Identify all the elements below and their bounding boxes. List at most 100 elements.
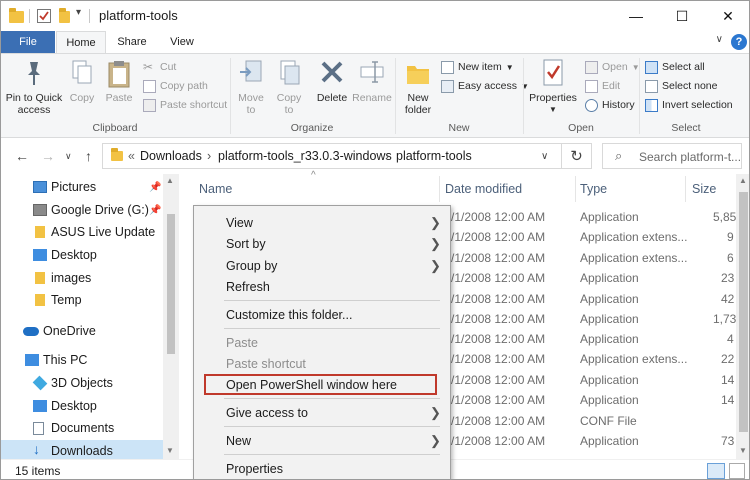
tab-home[interactable]: Home <box>56 31 106 54</box>
select-none-button[interactable]: Select none <box>645 77 717 95</box>
scroll-up-icon[interactable]: ▲ <box>166 176 174 185</box>
large-icons-view-icon[interactable] <box>729 463 745 479</box>
cell-type: Application <box>580 312 639 326</box>
forward-arrow-icon[interactable]: → <box>41 148 55 164</box>
paste-shortcut-button[interactable]: Paste shortcut <box>143 96 227 114</box>
breadcrumb-chevron-icon[interactable]: › <box>385 149 389 163</box>
easy-access-icon <box>441 79 454 93</box>
pin-icon[interactable]: 📌 <box>149 182 161 193</box>
nav-item-onedrive[interactable]: OneDrive <box>1 320 163 342</box>
minimize-button[interactable]: — <box>613 1 659 31</box>
separator <box>89 9 90 23</box>
menu-item-give-access[interactable]: Give access to ❯ <box>194 403 450 423</box>
address-bar[interactable]: « Downloads › platform-tools_r33.0.3-win… <box>102 143 562 169</box>
back-arrow-icon[interactable]: ← <box>15 148 29 164</box>
nav-scroll-thumb[interactable] <box>167 214 175 354</box>
copy-path-button[interactable]: Copy path <box>143 77 208 95</box>
nav-item-label: Desktop <box>51 399 97 413</box>
nav-scrollbar[interactable]: ▲ ▼ <box>163 174 179 459</box>
new-folder-label-1: New <box>407 92 429 104</box>
nav-item-this-pc[interactable]: This PC <box>1 349 163 371</box>
address-history-chevron-icon[interactable]: ∨ <box>541 151 548 162</box>
nav-item-google-drive[interactable]: Google Drive (G:) 📌 <box>1 199 163 221</box>
rename-button[interactable]: Rename <box>352 58 392 104</box>
menu-item-properties[interactable]: Properties <box>194 459 450 479</box>
breadcrumb-downloads[interactable]: Downloads <box>140 149 202 163</box>
breadcrumb-platform-tools-r33[interactable]: platform-tools_r33.0.3-windows <box>218 149 392 163</box>
nav-item-documents[interactable]: Documents <box>1 417 163 439</box>
nav-item-desktop[interactable]: Desktop <box>1 244 163 266</box>
delete-button[interactable]: Delete <box>312 58 352 104</box>
recent-locations-chevron-icon[interactable]: ∨ <box>65 151 72 162</box>
up-arrow-icon[interactable]: ↑ <box>85 148 92 164</box>
column-header-name[interactable]: Name <box>199 182 232 196</box>
file-list-scrollbar[interactable]: ▲ ▼ <box>736 174 749 459</box>
group-separator <box>639 58 640 134</box>
edit-button[interactable]: Edit <box>585 77 620 95</box>
breadcrumb-overflow[interactable]: « <box>128 149 135 163</box>
paste-shortcut-label: Paste shortcut <box>160 99 228 111</box>
properties-quick-icon[interactable] <box>37 9 51 23</box>
nav-item-images[interactable]: images <box>1 267 163 289</box>
column-separator[interactable] <box>685 176 686 202</box>
collapse-ribbon-icon[interactable]: ∨ <box>716 34 723 45</box>
folder-icon <box>111 148 123 161</box>
menu-item-sort-by[interactable]: Sort by ❯ <box>194 234 450 254</box>
cut-button[interactable]: ✂ Cut <box>143 58 176 76</box>
nav-item-asus-live-update[interactable]: ASUS Live Update <box>1 221 163 243</box>
new-folder-quick-icon[interactable] <box>59 8 70 24</box>
column-separator[interactable] <box>575 176 576 202</box>
copy-button[interactable]: Copy <box>65 58 99 104</box>
menu-item-paste[interactable]: Paste <box>194 333 450 353</box>
close-button[interactable]: ✕ <box>705 1 749 31</box>
menu-item-refresh[interactable]: Refresh <box>194 277 450 297</box>
pin-to-quick-access-button[interactable]: Pin to Quick access <box>3 58 65 116</box>
move-to-button[interactable]: Move to <box>233 58 269 116</box>
nav-item-temp[interactable]: Temp <box>1 289 163 311</box>
breadcrumb-chevron-icon[interactable]: › <box>207 149 211 163</box>
column-header-date[interactable]: Date modified <box>445 182 522 196</box>
tab-view[interactable]: View <box>159 31 205 53</box>
new-folder-button[interactable]: New folder <box>399 58 437 116</box>
paste-button[interactable]: Paste <box>101 58 137 104</box>
easy-access-button[interactable]: Easy access ▼ <box>441 77 529 95</box>
nav-item-label: Downloads <box>51 444 113 458</box>
details-view-icon[interactable] <box>707 463 725 479</box>
new-item-button[interactable]: New item ▼ <box>441 58 514 76</box>
maximize-button[interactable]: ☐ <box>659 1 705 31</box>
invert-selection-button[interactable]: Invert selection <box>645 96 733 114</box>
file-list-scroll-thumb[interactable] <box>739 192 748 432</box>
column-header-type[interactable]: Type <box>580 182 607 196</box>
help-icon[interactable]: ? <box>731 34 747 50</box>
breadcrumb-platform-tools[interactable]: platform-tools <box>396 149 472 163</box>
copy-to-button[interactable]: Copy to <box>271 58 307 116</box>
select-all-button[interactable]: Select all <box>645 58 705 76</box>
tab-file[interactable]: File <box>1 31 55 53</box>
open-button[interactable]: Open ▼ <box>585 58 640 76</box>
cell-type: Application <box>580 210 639 224</box>
menu-item-new[interactable]: New ❯ <box>194 431 450 451</box>
history-button[interactable]: History <box>585 96 635 114</box>
scroll-down-icon[interactable]: ▼ <box>739 446 747 455</box>
column-header-size[interactable]: Size <box>692 182 716 196</box>
nav-item-desktop-pc[interactable]: Desktop <box>1 395 163 417</box>
cell-size: 42 <box>721 292 735 306</box>
properties-button[interactable]: Properties ▼ <box>525 58 581 116</box>
menu-item-group-by[interactable]: Group by ❯ <box>194 256 450 276</box>
column-separator[interactable] <box>439 176 440 202</box>
menu-item-customize[interactable]: Customize this folder... <box>194 305 450 325</box>
cell-size: 4 <box>727 332 734 346</box>
nav-item-3d-objects[interactable]: 3D Objects <box>1 372 163 394</box>
menu-item-paste-shortcut[interactable]: Paste shortcut <box>194 354 450 374</box>
pin-icon[interactable]: 📌 <box>149 205 161 216</box>
new-folder-label-2: folder <box>404 104 432 116</box>
nav-item-pictures[interactable]: Pictures 📌 <box>1 176 163 198</box>
scroll-down-icon[interactable]: ▼ <box>166 446 174 455</box>
menu-item-view[interactable]: View ❯ <box>194 213 450 233</box>
menu-separator <box>224 328 440 329</box>
tab-share[interactable]: Share <box>109 31 155 53</box>
scroll-up-icon[interactable]: ▲ <box>739 176 747 185</box>
customize-toolbar-chevron-icon[interactable]: ▾ <box>76 7 81 23</box>
refresh-icon[interactable]: ↻ <box>562 143 592 169</box>
search-input[interactable]: ⌕ Search platform-t... <box>602 143 742 169</box>
